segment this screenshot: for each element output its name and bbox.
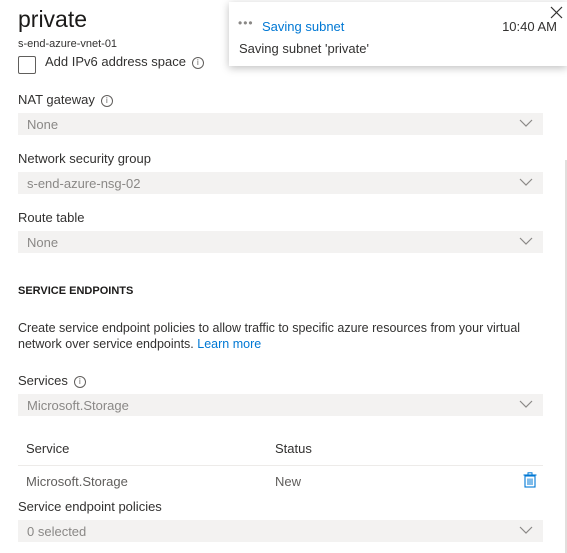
nat-gateway-value: None <box>27 117 59 132</box>
chevron-down-icon <box>519 117 533 129</box>
services-label: Services <box>18 373 68 388</box>
info-icon[interactable]: i <box>73 375 86 388</box>
route-table-value: None <box>27 235 59 250</box>
info-icon[interactable]: i <box>100 94 113 107</box>
column-header-service: Service <box>26 441 70 456</box>
services-table-header: Service Status <box>18 437 543 466</box>
services-value: Microsoft.Storage <box>27 398 129 413</box>
notification-toast[interactable]: ••• Saving subnet 10:40 AM Saving subnet… <box>229 2 567 66</box>
nsg-dropdown[interactable]: s-end-azure-nsg-02 <box>18 172 543 194</box>
nat-gateway-dropdown[interactable]: None <box>18 113 543 135</box>
chevron-down-icon <box>519 524 533 536</box>
service-cell: Microsoft.Storage <box>26 474 128 489</box>
info-icon[interactable]: i <box>191 56 204 69</box>
delete-icon[interactable] <box>523 472 537 488</box>
progress-dots-icon: ••• <box>238 16 254 30</box>
ipv6-checkbox[interactable] <box>18 56 36 74</box>
close-icon[interactable] <box>550 6 563 19</box>
status-cell: New <box>275 474 302 489</box>
notification-message: Saving subnet 'private' <box>239 41 369 56</box>
notification-time: 10:40 AM <box>502 19 557 34</box>
nsg-label: Network security group <box>18 151 151 166</box>
column-header-status: Status <box>275 441 312 456</box>
ipv6-checkbox-row[interactable]: Add IPv6 address space i <box>18 52 248 74</box>
service-endpoints-description: Create service endpoint policies to allo… <box>18 321 521 351</box>
route-table-dropdown[interactable]: None <box>18 231 543 253</box>
learn-more-link[interactable]: Learn more <box>197 337 261 351</box>
endpoint-policies-value: 0 selected <box>27 524 87 539</box>
chevron-down-icon <box>519 398 533 410</box>
page-title: private <box>18 6 88 32</box>
ipv6-checkbox-label: Add IPv6 address space <box>45 54 186 69</box>
nat-gateway-label: NAT gateway <box>18 92 95 107</box>
chevron-down-icon <box>519 176 533 188</box>
route-table-label: Route table <box>18 210 85 225</box>
nsg-value: s-end-azure-nsg-02 <box>27 176 141 191</box>
services-dropdown[interactable]: Microsoft.Storage <box>18 394 543 416</box>
table-row: Microsoft.Storage New <box>18 470 543 494</box>
notification-title[interactable]: Saving subnet <box>262 19 344 34</box>
endpoint-policies-label: Service endpoint policies <box>18 499 162 514</box>
chevron-down-icon <box>519 235 533 247</box>
subnet-panel: private s-end-azure-vnet-01 Add IPv6 add… <box>0 0 567 553</box>
section-heading-service-endpoints: SERVICE ENDPOINTS <box>18 285 134 297</box>
endpoint-policies-dropdown[interactable]: 0 selected <box>18 520 543 542</box>
page-subtitle: s-end-azure-vnet-01 <box>18 38 118 50</box>
